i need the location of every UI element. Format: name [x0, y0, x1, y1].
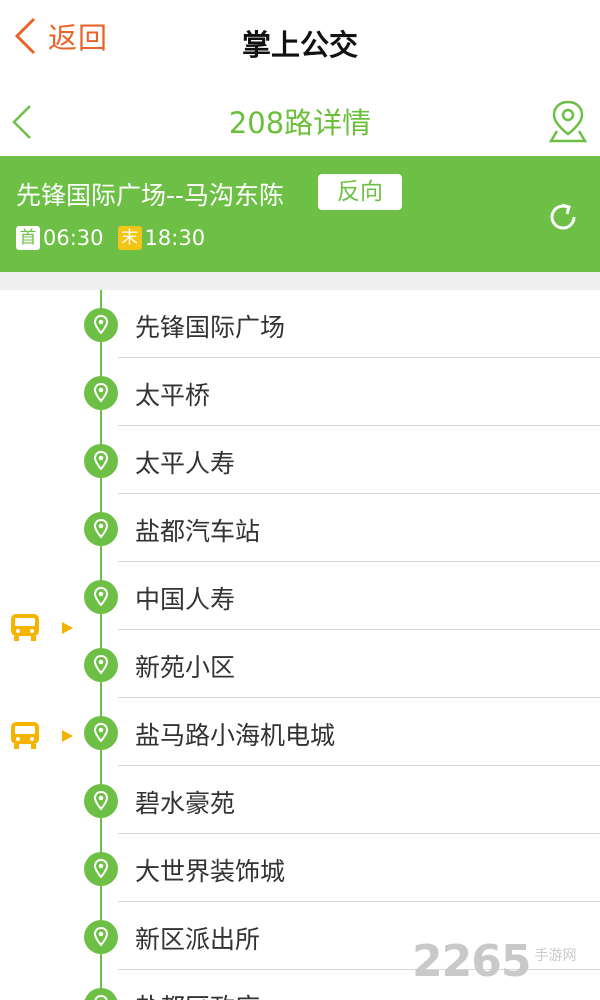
location-pin-icon — [84, 716, 118, 750]
station-name: 碧水豪苑 — [135, 789, 236, 818]
station-name: 中国人寿 — [135, 585, 236, 614]
watermark-logo: 2265 手游网 — [412, 936, 576, 987]
station-list: 先锋国际广场 太平桥太平人寿盐都汽车站中国人寿新苑小区盐马路小海机电城 碧水豪苑大世… — [0, 290, 600, 1000]
watermark-text: 手游网 — [534, 947, 577, 964]
station-item[interactable]: 盐马路小海机电城 — [0, 698, 600, 766]
location-pin-icon — [84, 988, 118, 1000]
station-name: 先锋国际广场 — [135, 313, 286, 342]
station-name: 新苑小区 — [135, 653, 236, 682]
station-item[interactable]: 大世界装饰城 — [0, 834, 600, 902]
station-item[interactable]: 中国人寿 — [0, 562, 600, 630]
bus-position-arrow — [62, 622, 73, 634]
route-info-card: 先锋国际广场--马沟东陈 反向 首 06:30 末 18:30 — [0, 156, 600, 272]
map-pin-icon[interactable] — [548, 98, 588, 144]
location-pin-icon — [84, 512, 118, 546]
app-title: 掌上公交 — [241, 28, 358, 62]
location-pin-icon — [84, 648, 118, 682]
route-detail-header: 208路详情 — [0, 84, 600, 156]
station-item[interactable]: 太平桥 — [0, 358, 600, 426]
app-bar: 返回 掌上公交 — [0, 0, 600, 80]
page-title: 208路详情 — [228, 106, 372, 140]
station-name: 盐都汽车站 — [135, 517, 261, 546]
bus-icon — [11, 614, 39, 641]
location-pin-icon — [84, 444, 118, 478]
first-bus-time: 06:30 — [43, 226, 104, 250]
station-name: 盐马路小海机电城 — [135, 721, 336, 750]
station-name: 大世界装饰城 — [135, 857, 286, 886]
bus-position-arrow — [62, 730, 73, 742]
station-item[interactable]: 先锋国际广场 — [0, 290, 600, 358]
reverse-direction-button[interactable]: 反向 — [318, 174, 402, 210]
station-item[interactable]: 新苑小区 — [0, 630, 600, 698]
watermark-number: 2265 — [412, 936, 531, 987]
last-bus-badge: 末 — [117, 226, 142, 250]
first-bus-badge: 首 — [16, 226, 40, 250]
station-name: 太平桥 — [135, 381, 211, 410]
location-pin-icon — [84, 784, 118, 818]
location-pin-icon — [84, 852, 118, 886]
station-name: 太平人寿 — [135, 449, 236, 478]
station-item[interactable]: 盐都汽车站 — [0, 494, 600, 562]
station-name: 新区派出所 — [135, 925, 261, 954]
location-pin-icon — [84, 376, 118, 410]
service-times: 首 06:30 末 18:30 — [16, 226, 205, 250]
station-name: 盐都区政府 — [135, 988, 260, 1000]
section-divider — [0, 272, 600, 290]
location-pin-icon — [84, 580, 118, 614]
location-pin-icon — [84, 308, 118, 342]
route-name: 先锋国际广场--马沟东陈 — [16, 181, 285, 210]
bus-icon — [11, 722, 39, 749]
location-pin-icon — [84, 920, 118, 954]
last-bus-time: 18:30 — [144, 226, 206, 250]
station-item[interactable]: 太平人寿 — [0, 426, 600, 494]
station-item[interactable]: 碧水豪苑 — [0, 766, 600, 834]
refresh-icon[interactable] — [546, 200, 580, 234]
